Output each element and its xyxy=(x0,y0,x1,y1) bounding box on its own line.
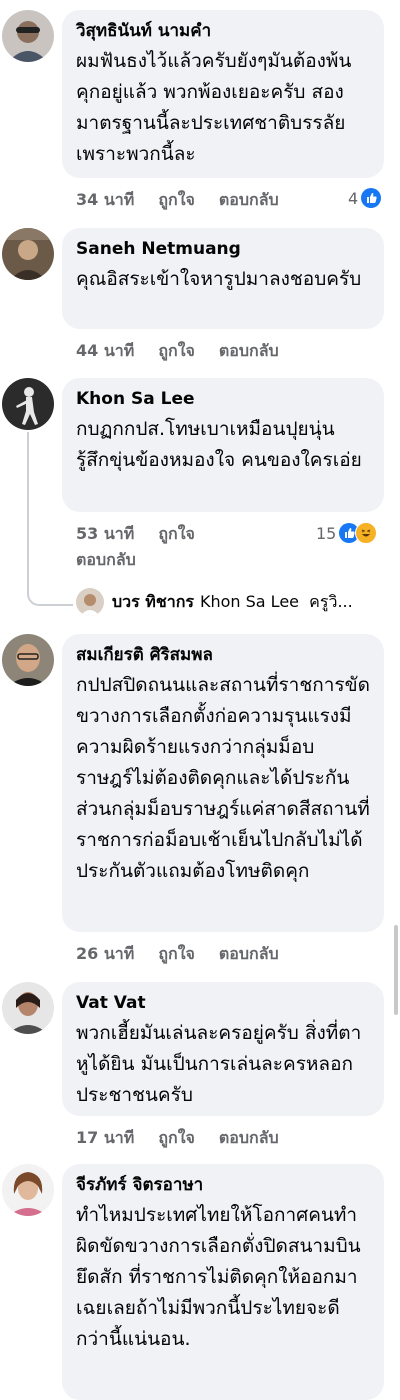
reply-preview[interactable]: บวร ทิชากร Khon Sa Lee ครูวิ... xyxy=(76,588,353,616)
thread-connector xyxy=(27,432,29,582)
commenter-name[interactable]: วิสุทธินันท์ นามคำ xyxy=(76,20,370,42)
reply-button[interactable]: ตอบกลับ xyxy=(76,550,136,569)
comment-meta-wrap: ตอบกลับ xyxy=(76,548,160,573)
comment-text: คุณอิสระเข้าใจหารูปมาลงชอบครับ xyxy=(76,268,362,290)
commenter-name[interactable]: Vat Vat xyxy=(76,992,370,1014)
timestamp[interactable]: 26 นาที xyxy=(76,944,134,963)
comment-meta: 17 นาที ถูกใจ ตอบกลับ xyxy=(76,1126,303,1151)
reaction-summary[interactable]: 4 xyxy=(348,188,382,208)
timestamp[interactable]: 44 นาที xyxy=(76,341,134,360)
avatar[interactable] xyxy=(2,634,54,686)
avatar[interactable] xyxy=(2,1164,54,1216)
reply-button[interactable]: ตอบกลับ xyxy=(219,1128,279,1147)
laugh-icon xyxy=(355,522,378,544)
commenter-name[interactable]: Khon Sa Lee xyxy=(76,388,370,410)
timestamp[interactable]: 34 นาที xyxy=(76,190,134,209)
like-button[interactable]: ถูกใจ xyxy=(158,190,195,209)
comment-meta: 53 นาที ถูกใจ xyxy=(76,522,219,547)
commenter-name[interactable]: จีรภัทร์ จิตรอาษา xyxy=(76,1174,370,1196)
timestamp[interactable]: 53 นาที xyxy=(76,524,134,543)
commenter-name[interactable]: สมเกียรติ ศิริสมพล xyxy=(76,644,370,666)
comment-text: ทำไหมประเทศไทยให้โอกาศคนทำผิดขัดขวางการเ… xyxy=(76,1204,361,1350)
timestamp[interactable]: 17 นาที xyxy=(76,1128,134,1147)
comment-bubble: Khon Sa Lee กบฏกกปส.โทษเบาเหมือนปุยนุ่น … xyxy=(62,378,384,512)
comment-meta: 34 นาที ถูกใจ ตอบกลับ xyxy=(76,188,303,213)
reply-snippet: Khon Sa Lee ครูวิ... xyxy=(199,591,353,611)
avatar[interactable] xyxy=(2,228,54,280)
avatar[interactable] xyxy=(2,10,54,62)
scrollbar[interactable] xyxy=(394,925,398,1015)
commenter-name[interactable]: Saneh Netmuang xyxy=(76,238,370,260)
comment-meta: 44 นาที ถูกใจ ตอบกลับ xyxy=(76,339,303,364)
comment-bubble: จีรภัทร์ จิตรอาษา ทำไหมประเทศไทยให้โอกาศ… xyxy=(62,1164,384,1400)
like-button[interactable]: ถูกใจ xyxy=(158,1128,195,1147)
comment-bubble: วิสุทธินันท์ นามคำ ผมฟันธงไว้แล้วครับยัง… xyxy=(62,10,384,178)
comment-bubble: สมเกียรติ ศิริสมพล กปปสปิดถนนและสถานที่ร… xyxy=(62,634,384,932)
thumbs-up-icon xyxy=(361,188,382,208)
comment-bubble: Vat Vat พวกเฮี้ยมันเล่นละครอยู่ครับ สิ่ง… xyxy=(62,982,384,1116)
comment-bubble: Saneh Netmuang คุณอิสระเข้าใจหารูปมาลงชอ… xyxy=(62,228,384,329)
avatar[interactable] xyxy=(2,982,54,1034)
reaction-count: 15 xyxy=(316,523,337,543)
like-button[interactable]: ถูกใจ xyxy=(158,341,195,360)
reply-button[interactable]: ตอบกลับ xyxy=(219,341,279,360)
avatar xyxy=(76,588,104,616)
reply-button[interactable]: ตอบกลับ xyxy=(219,190,279,209)
like-button[interactable]: ถูกใจ xyxy=(158,944,195,963)
comment-text: ผมฟันธงไว้แล้วครับยังๆมันต้องพ้นคุกอยู่แ… xyxy=(76,50,352,165)
reply-button[interactable]: ตอบกลับ xyxy=(219,944,279,963)
reaction-count: 4 xyxy=(348,188,359,208)
comment-text: กบฏกกปส.โทษเบาเหมือนปุยนุ่น รู้สึกขุ่นข้… xyxy=(76,418,362,471)
avatar[interactable] xyxy=(2,378,54,430)
reply-author[interactable]: บวร ทิชากร xyxy=(112,590,194,615)
comment-text: พวกเฮี้ยมันเล่นละครอยู่ครับ สิ่งที่ตา หู… xyxy=(76,1022,362,1106)
reaction-summary[interactable]: 15 xyxy=(316,522,378,544)
thread-connector-curve xyxy=(27,580,73,606)
comment-text: กปปสปิดถนนและสถานที่ราชการขัดขวางการเลือ… xyxy=(76,674,370,882)
comment-meta: 26 นาที ถูกใจ ตอบกลับ xyxy=(76,942,303,967)
like-button[interactable]: ถูกใจ xyxy=(158,524,195,543)
